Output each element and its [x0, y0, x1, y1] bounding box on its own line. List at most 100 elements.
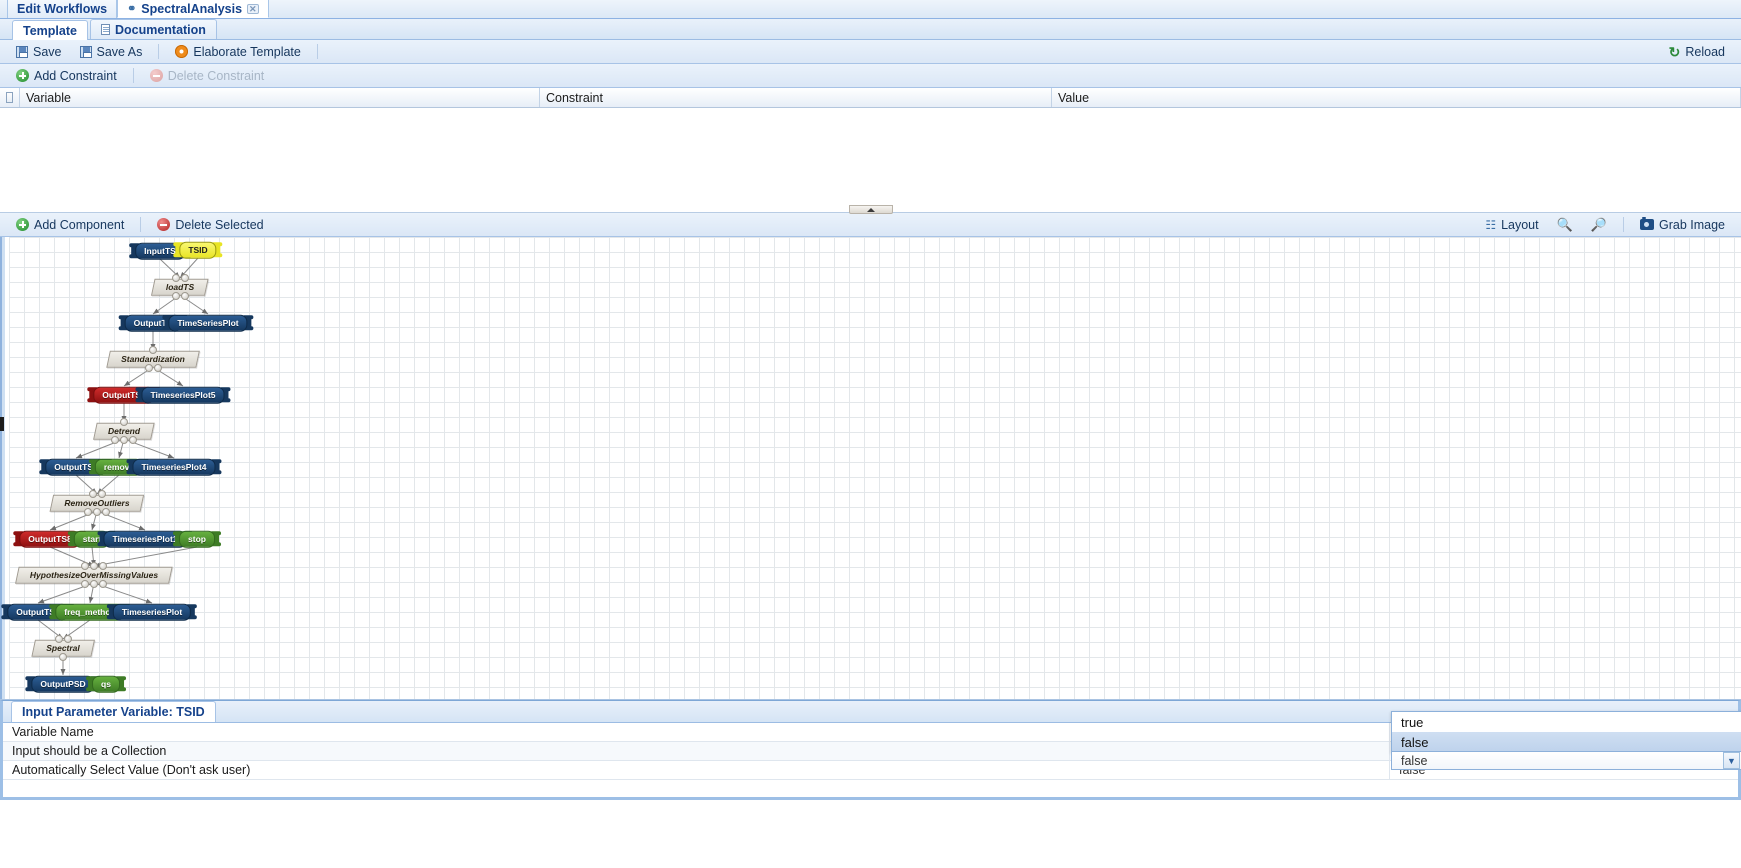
workflow-edges	[37, 257, 209, 675]
value-dropdown-list[interactable]: true false	[1391, 711, 1741, 753]
node-output-port[interactable]	[120, 436, 128, 444]
property-panel: Input Parameter Variable: TSID Variable …	[0, 700, 1741, 800]
elaborate-template-button[interactable]: Elaborate Template	[167, 42, 308, 62]
document-icon	[100, 24, 110, 35]
graph-node-tsPlot4[interactable]: TimeseriesPlot4	[126, 458, 222, 476]
minus-circle-icon	[157, 218, 171, 231]
zoom-out-icon: 🔎	[1590, 216, 1607, 232]
node-output-port[interactable]	[144, 364, 153, 372]
layout-button-label: Layout	[1501, 217, 1539, 232]
column-header-constraint-label: Constraint	[546, 90, 603, 105]
minus-circle-icon	[149, 69, 163, 82]
node-input-port[interactable]	[81, 562, 89, 570]
graph-node-loadTS[interactable]: loadTS	[151, 278, 209, 296]
dropdown-option-true[interactable]: true	[1392, 712, 1741, 732]
node-output-port[interactable]	[153, 364, 162, 372]
tab-edit-workflows-label: Edit Workflows	[17, 2, 108, 16]
is-collection-combobox-value[interactable]: false	[1392, 754, 1723, 768]
graph-node-body: loadTS	[151, 278, 209, 296]
constraint-toolbar-divider	[132, 68, 134, 83]
save-button-label: Save	[33, 44, 62, 59]
zoom-in-button[interactable]: 🔍	[1549, 214, 1581, 236]
graph-edge	[93, 546, 198, 568]
node-input-port[interactable]	[149, 346, 157, 354]
tab-template[interactable]: Template	[12, 20, 88, 40]
save-button[interactable]: Save	[8, 42, 70, 62]
column-header-variable[interactable]: Variable	[20, 88, 540, 107]
grab-image-label: Grab Image	[1658, 217, 1725, 232]
delete-constraint-button: Delete Constraint	[142, 66, 273, 86]
tab-edit-workflows[interactable]: Edit Workflows	[7, 0, 118, 18]
node-input-port[interactable]	[99, 562, 107, 570]
reload-button[interactable]: ↻ Reload	[1661, 42, 1733, 62]
elaborate-template-label: Elaborate Template	[193, 44, 301, 59]
delete-constraint-label: Delete Constraint	[167, 68, 265, 83]
graph-node-qs[interactable]: qs	[86, 675, 126, 693]
toolbar-divider-2	[316, 44, 318, 59]
node-input-port[interactable]	[171, 274, 180, 282]
hierarchy-icon: ☷	[1485, 217, 1497, 232]
add-constraint-button[interactable]: Add Constraint	[8, 66, 125, 86]
splitter-collapse-handle[interactable]	[848, 205, 893, 214]
save-as-button[interactable]: Save As	[72, 42, 151, 62]
tab-spectral-analysis-label: SpectralAnalysis	[141, 1, 243, 16]
column-header-value[interactable]: Value	[1052, 88, 1741, 107]
column-header-constraint[interactable]: Constraint	[540, 88, 1052, 107]
tab-spectral-analysis[interactable]: ⚭ SpectralAnalysis ✕	[117, 0, 269, 18]
save-as-icon	[79, 45, 92, 58]
plus-circle-icon	[16, 69, 29, 82]
is-collection-combobox[interactable]: false ▼	[1391, 751, 1741, 770]
property-panel-tab[interactable]: Input Parameter Variable: TSID	[11, 701, 216, 722]
select-all-checkbox[interactable]	[6, 92, 13, 103]
graph-node-label: Detrend	[107, 425, 141, 436]
constraint-grid-header: Variable Constraint Value	[0, 88, 1741, 108]
graph-node-tsPlot5[interactable]: TimeseriesPlot5	[135, 386, 231, 404]
node-output-port[interactable]	[111, 436, 119, 444]
node-output-port[interactable]	[180, 292, 189, 300]
select-all-checkbox-cell[interactable]	[0, 88, 20, 107]
graph-node-tsid[interactable]: TSID	[173, 241, 223, 259]
node-output-port[interactable]	[93, 508, 101, 516]
canvas-gutter-marker	[0, 417, 4, 431]
graph-node-tsPlot[interactable]: TimeSeriesPlot	[162, 314, 254, 332]
graph-node-stop[interactable]: stop	[173, 530, 221, 548]
workflow-canvas-container[interactable]: InputTS TSID loadTS OutputTS TimeSeriesPlot S…	[0, 237, 1741, 700]
chevron-down-icon[interactable]: ▼	[1723, 752, 1740, 769]
graph-node-tsPlotB[interactable]: TimeseriesPlot	[106, 603, 198, 621]
layout-button[interactable]: ☷ Layout	[1477, 215, 1546, 235]
node-input-port[interactable]	[97, 490, 106, 498]
node-input-port[interactable]	[120, 418, 128, 426]
save-as-button-label: Save As	[96, 44, 143, 59]
close-icon[interactable]: ✕	[247, 3, 259, 14]
node-input-port[interactable]	[88, 490, 97, 498]
add-component-label: Add Component	[34, 217, 125, 232]
node-output-port[interactable]	[59, 653, 67, 661]
delete-selected-button[interactable]: Delete Selected	[149, 215, 271, 235]
graph-node-label: qs	[92, 675, 120, 693]
canvas-left-gutter	[0, 237, 9, 699]
graph-node-label: TSID	[179, 241, 217, 259]
node-input-port[interactable]	[180, 274, 189, 282]
reload-icon: ↻	[1668, 43, 1681, 60]
node-output-port[interactable]	[99, 580, 107, 588]
graph-node-label: loadTS	[165, 281, 195, 292]
node-output-port[interactable]	[81, 580, 89, 588]
dropdown-option-false-label: false	[1401, 734, 1429, 750]
node-output-port[interactable]	[102, 508, 110, 516]
node-output-port[interactable]	[90, 580, 98, 588]
node-input-port[interactable]	[54, 635, 63, 643]
node-input-port[interactable]	[90, 562, 98, 570]
grab-image-button[interactable]: Grab Image	[1632, 215, 1733, 235]
node-output-port[interactable]	[171, 292, 180, 300]
node-input-port[interactable]	[63, 635, 72, 643]
node-output-port[interactable]	[84, 508, 92, 516]
component-toolbar: Add Component Delete Selected ☷ Layout 🔍…	[0, 213, 1741, 237]
node-output-port[interactable]	[129, 436, 137, 444]
zoom-out-button[interactable]: 🔎	[1583, 214, 1615, 236]
add-component-button[interactable]: Add Component	[8, 215, 132, 235]
graph-node-label: TimeseriesPlot4	[132, 458, 216, 476]
workflow-graph-canvas[interactable]: InputTS TSID loadTS OutputTS TimeSeriesPlot S…	[1, 237, 1741, 699]
delete-selected-label: Delete Selected	[175, 217, 264, 232]
dropdown-option-false[interactable]: false	[1392, 732, 1741, 752]
tab-documentation[interactable]: Documentation	[89, 19, 217, 39]
